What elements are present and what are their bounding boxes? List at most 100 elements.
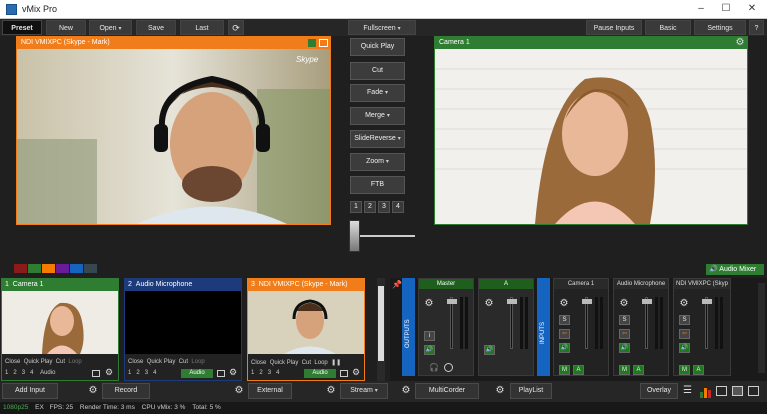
- bus-a-button[interactable]: A: [573, 365, 584, 375]
- overlay-2-button[interactable]: 2: [259, 370, 262, 376]
- speaker-icon[interactable]: 🔊: [424, 345, 435, 355]
- basic-button[interactable]: Basic: [645, 20, 691, 35]
- cut-button[interactable]: Cut: [179, 359, 188, 365]
- playlist-button[interactable]: PlayList: [510, 383, 552, 399]
- speaker-icon[interactable]: 🔊: [619, 343, 630, 353]
- close-button[interactable]: Close: [5, 359, 20, 365]
- transition-1-button[interactable]: 1: [350, 201, 362, 213]
- input-tile[interactable]: 3 NDI VMIXPC (Skype - Mark) Close Quick …: [247, 278, 365, 381]
- loop-button[interactable]: Loop: [314, 360, 327, 366]
- gear-icon[interactable]: ⚙: [422, 297, 436, 311]
- gear-icon[interactable]: ⚙: [105, 367, 113, 378]
- overlay-1-button[interactable]: 1: [128, 370, 131, 376]
- gear-icon[interactable]: ⚙: [86, 384, 100, 398]
- bus-m-button[interactable]: M: [679, 365, 690, 375]
- grid-icon[interactable]: [716, 386, 727, 396]
- inputs-scrollbar[interactable]: [377, 278, 385, 381]
- color-swatch-red[interactable]: [14, 264, 27, 273]
- monitor-icon[interactable]: [217, 370, 225, 377]
- quick-play-button[interactable]: Quick Play: [147, 359, 176, 365]
- arrow-left-icon[interactable]: ⇦: [619, 329, 630, 339]
- mixer-scrollbar[interactable]: [758, 283, 765, 373]
- add-input-button[interactable]: Add Input: [2, 383, 58, 399]
- fader-knob[interactable]: [447, 299, 457, 304]
- volume-fader[interactable]: [705, 297, 708, 349]
- audio-button[interactable]: Audio: [304, 369, 336, 378]
- minimize-icon[interactable]: –: [693, 2, 709, 16]
- quick-play-button[interactable]: Quick Play: [270, 360, 299, 366]
- window-icon[interactable]: [748, 386, 759, 396]
- bar-chart-icon[interactable]: [700, 386, 712, 398]
- preset-button[interactable]: Preset: [2, 20, 42, 35]
- color-swatch-green[interactable]: [28, 264, 41, 273]
- arrow-left-icon[interactable]: ⇦: [679, 329, 690, 339]
- pause-icon[interactable]: ❚❚: [331, 360, 341, 366]
- volume-fader[interactable]: [645, 297, 648, 349]
- color-swatch-purple[interactable]: [56, 264, 69, 273]
- fader-knob[interactable]: [702, 299, 712, 304]
- window-icon[interactable]: [319, 39, 328, 47]
- monitor-icon[interactable]: [340, 370, 348, 377]
- overlay-1-button[interactable]: 1: [5, 370, 8, 376]
- gear-icon[interactable]: ⚙: [493, 384, 507, 398]
- solo-button[interactable]: S: [559, 315, 570, 325]
- volume-fader[interactable]: [510, 297, 513, 349]
- list-icon[interactable]: ☰: [683, 385, 692, 396]
- gear-icon[interactable]: ⚙: [229, 367, 237, 378]
- gear-icon[interactable]: ⚙: [733, 36, 747, 50]
- multicorder-button[interactable]: MultiCorder: [415, 383, 479, 399]
- maximize-icon[interactable]: ☐: [718, 2, 734, 16]
- transition-4-button[interactable]: 4: [392, 201, 404, 213]
- quick-play-button[interactable]: Quick Play: [24, 359, 53, 365]
- bus-m-button[interactable]: M: [619, 365, 630, 375]
- external-button[interactable]: External: [248, 383, 292, 399]
- transition-2-button[interactable]: 2: [364, 201, 376, 213]
- zoom-button[interactable]: Zoom ▾: [350, 153, 405, 171]
- settings-button[interactable]: Settings: [694, 20, 746, 35]
- audio-button[interactable]: Audio: [181, 369, 213, 378]
- overlay-3-button[interactable]: 3: [22, 370, 25, 376]
- input-tile[interactable]: 1 Camera 1 Close Quick Play Cut Loop 1 2…: [1, 278, 119, 381]
- cut-button[interactable]: Cut: [350, 62, 405, 80]
- audio-indicator-icon[interactable]: [308, 39, 316, 47]
- gear-icon[interactable]: ⚙: [677, 297, 691, 311]
- overlay-1-button[interactable]: 1: [251, 370, 254, 376]
- overlay-2-button[interactable]: 2: [136, 370, 139, 376]
- color-swatch-orange[interactable]: [42, 264, 55, 273]
- overlay-3-button[interactable]: 3: [145, 370, 148, 376]
- save-button[interactable]: Save: [136, 20, 176, 35]
- loop-button[interactable]: Loop: [191, 359, 204, 365]
- quick-play-button[interactable]: Quick Play: [350, 38, 405, 56]
- arrow-left-icon[interactable]: ⇦: [559, 329, 570, 339]
- speaker-icon[interactable]: 🔊: [559, 343, 570, 353]
- pin-icon[interactable]: 📌: [392, 280, 402, 289]
- solo-button[interactable]: S: [679, 315, 690, 325]
- close-button[interactable]: Close: [251, 360, 266, 366]
- camera-icon[interactable]: [732, 386, 743, 396]
- volume-fader[interactable]: [450, 297, 453, 349]
- gear-icon[interactable]: ⚙: [232, 384, 246, 398]
- refresh-icon[interactable]: ⟳: [228, 20, 244, 35]
- gear-icon[interactable]: ⚙: [399, 384, 413, 398]
- volume-fader[interactable]: [585, 297, 588, 349]
- bus-m-button[interactable]: M: [559, 365, 570, 375]
- gear-icon[interactable]: ⚙: [352, 367, 360, 378]
- scrollbar-thumb[interactable]: [378, 286, 384, 361]
- merge-button[interactable]: Merge ▾: [350, 107, 405, 125]
- color-swatch-blue[interactable]: [70, 264, 83, 273]
- overlay-4-button[interactable]: 4: [153, 370, 156, 376]
- overlay-button[interactable]: Overlay: [640, 383, 678, 399]
- bus-a-button[interactable]: A: [693, 365, 704, 375]
- stream-button[interactable]: Stream ▾: [340, 383, 388, 399]
- overlay-4-button[interactable]: 4: [276, 370, 279, 376]
- close-button[interactable]: Close: [128, 359, 143, 365]
- input-tile[interactable]: 2 Audio Microphone Close Quick Play Cut …: [124, 278, 242, 381]
- speaker-icon[interactable]: 🔊: [679, 343, 690, 353]
- pause-inputs-button[interactable]: Pause Inputs: [586, 20, 642, 35]
- info-button[interactable]: i: [424, 331, 435, 341]
- open-button[interactable]: Open ▾: [89, 20, 132, 35]
- gear-icon[interactable]: ⚙: [482, 297, 496, 311]
- loop-button[interactable]: Loop: [68, 359, 81, 365]
- overlay-4-button[interactable]: 4: [30, 370, 33, 376]
- gear-icon[interactable]: ⚙: [557, 297, 571, 311]
